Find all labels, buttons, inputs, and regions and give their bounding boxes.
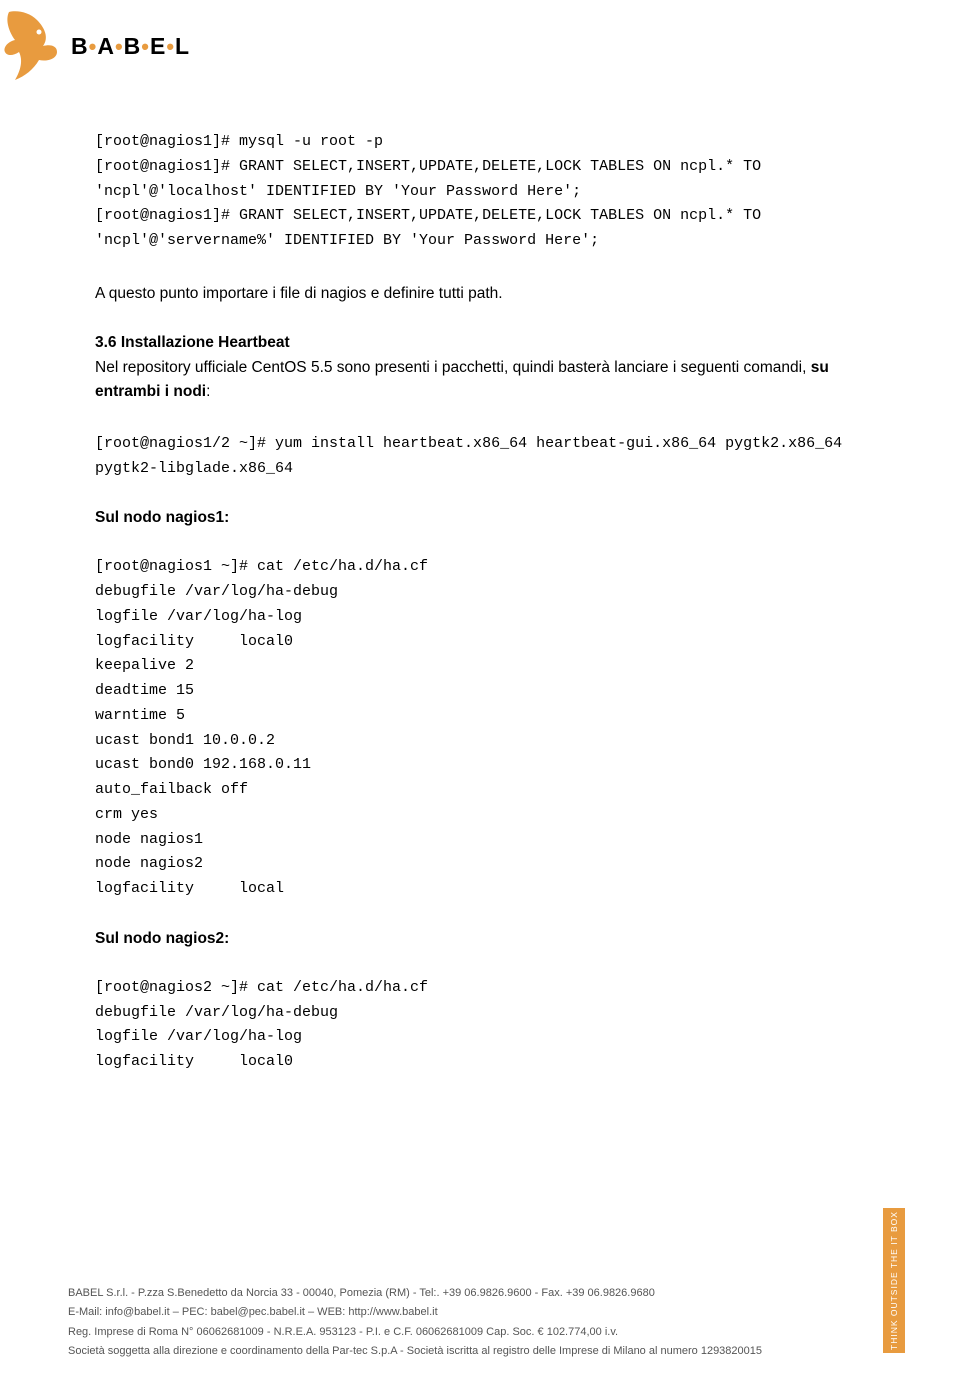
logo: B•A•B•E•L <box>3 10 865 82</box>
code-block-yum: [root@nagios1/2 ~]# yum install heartbea… <box>95 432 865 482</box>
side-tag: THINK OUTSIDE THE IT BOX <box>883 1208 905 1353</box>
footer: BABEL S.r.l. - P.zza S.Benedetto da Norc… <box>68 1284 762 1361</box>
logo-text: B•A•B•E•L <box>71 33 190 60</box>
footer-line-2: E-Mail: info@babel.it – PEC: babel@pec.b… <box>68 1303 762 1322</box>
page-container: B•A•B•E•L [root@nagios1]# mysql -u root … <box>0 0 960 1385</box>
code-block-hacf-2: [root@nagios2 ~]# cat /etc/ha.d/ha.cf de… <box>95 976 865 1075</box>
paragraph-repository: Nel repository ufficiale CentOS 5.5 sono… <box>95 356 865 404</box>
footer-line-1: BABEL S.r.l. - P.zza S.Benedetto da Norc… <box>68 1284 762 1303</box>
paragraph-import: A questo punto importare i file di nagio… <box>95 282 865 306</box>
code-block-hacf-1: [root@nagios1 ~]# cat /etc/ha.d/ha.cf de… <box>95 555 865 902</box>
para2-part-c: : <box>206 383 210 400</box>
footer-line-4: Società soggetta alla direzione e coordi… <box>68 1342 762 1361</box>
code-block-grant: [root@nagios1]# mysql -u root -p [root@n… <box>95 130 865 254</box>
heading-heartbeat: 3.6 Installazione Heartbeat <box>95 334 865 352</box>
heading-nodo1: Sul nodo nagios1: <box>95 509 865 527</box>
fish-icon <box>3 10 59 82</box>
para2-part-a: Nel repository ufficiale CentOS 5.5 sono… <box>95 359 811 376</box>
footer-line-3: Reg. Imprese di Roma N° 06062681009 - N.… <box>68 1323 762 1342</box>
heading-nodo2: Sul nodo nagios2: <box>95 930 865 948</box>
